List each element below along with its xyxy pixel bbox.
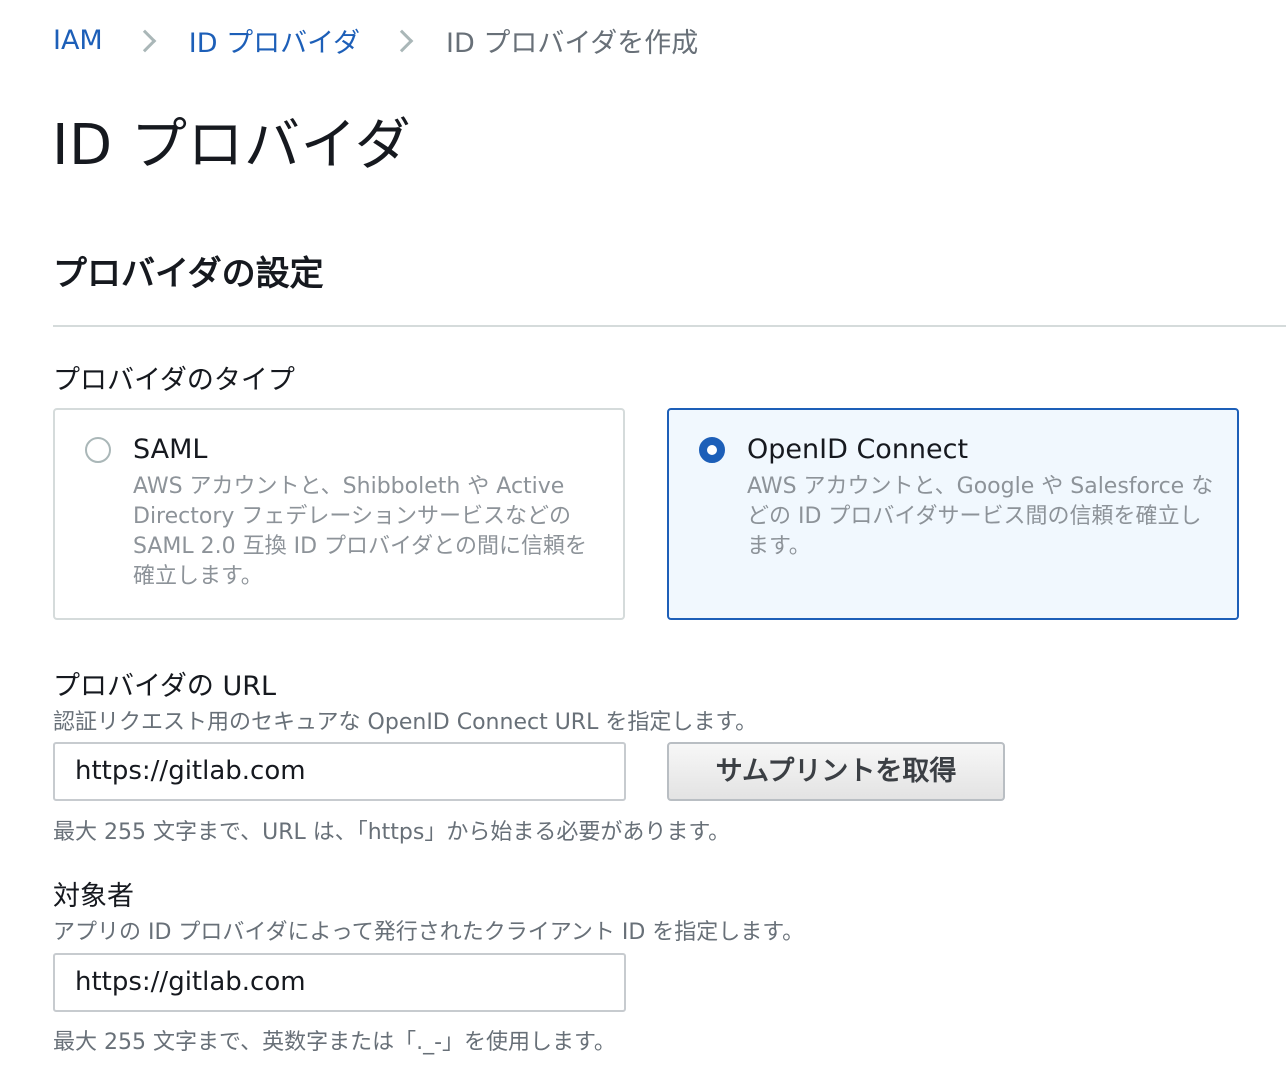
audience-label: 対象者: [53, 881, 134, 912]
breadcrumb: IAM ID プロバイダ ID プロバイダを作成: [53, 21, 699, 60]
chevron-right-icon: [380, 22, 426, 58]
option-openid-connect-title: OpenID Connect: [747, 434, 969, 465]
section-title: プロバイダの設定: [53, 254, 324, 294]
audience-input[interactable]: https://gitlab.com: [53, 953, 626, 1012]
section-divider: [53, 325, 1286, 327]
provider-type-option-openid-connect[interactable]: OpenID Connect AWS アカウントと、Google や Sales…: [667, 408, 1239, 620]
get-thumbprint-button[interactable]: サムプリントを取得: [667, 742, 1005, 801]
breadcrumb-current: ID プロバイダを作成: [446, 27, 699, 59]
radio-saml[interactable]: [85, 437, 111, 463]
provider-type-option-saml[interactable]: SAML AWS アカウントと、Shibboleth や Active Dire…: [53, 408, 625, 620]
audience-description: アプリの ID プロバイダによって発行されたクライアント ID を指定します。: [53, 920, 805, 945]
audience-hint: 最大 255 文字まで、英数字または「._-」を使用します。: [53, 1030, 616, 1055]
provider-url-label: プロバイダの URL: [53, 671, 277, 702]
breadcrumb-link-id-providers[interactable]: ID プロバイダ: [189, 21, 360, 60]
option-openid-connect-description: AWS アカウントと、Google や Salesforce などの ID プロ…: [747, 474, 1214, 559]
provider-url-hint: 最大 255 文字まで、URL は、「https」から始まる必要があります。: [53, 820, 731, 845]
breadcrumb-link-iam[interactable]: IAM: [53, 25, 103, 56]
provider-type-label: プロバイダのタイプ: [53, 365, 295, 396]
page-title: ID プロバイダ: [52, 113, 412, 178]
provider-url-description: 認証リクエスト用のセキュアな OpenID Connect URL を指定します…: [53, 710, 758, 735]
provider-url-input[interactable]: https://gitlab.com: [53, 742, 626, 801]
radio-openid-connect[interactable]: [699, 437, 725, 463]
page: IAM ID プロバイダ ID プロバイダを作成 ID プロバイダ プロバイダの…: [0, 0, 1286, 1084]
option-saml-description: AWS アカウントと、Shibboleth や Active Directory…: [133, 474, 587, 589]
chevron-right-icon: [123, 22, 169, 58]
option-saml-title: SAML: [133, 434, 208, 465]
